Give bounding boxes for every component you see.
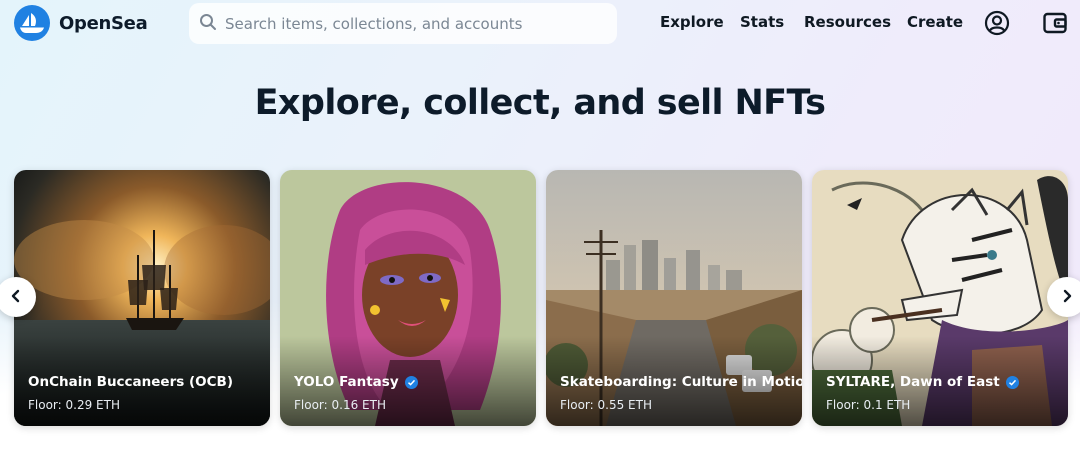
logo-text: OpenSea	[59, 12, 148, 34]
nav-explore[interactable]: Explore	[660, 13, 724, 31]
search-input[interactable]	[223, 13, 607, 34]
chevron-right-icon	[1060, 288, 1074, 307]
page-title: Explore, collect, and sell NFTs	[254, 83, 826, 123]
collection-name: YOLO Fantasy	[294, 374, 418, 390]
search-icon	[199, 13, 217, 35]
chevron-left-icon	[9, 288, 23, 307]
account-icon[interactable]	[984, 10, 1010, 36]
collection-card[interactable]: OnChain Buccaneers (OCB) Floor: 0.29 ETH	[14, 170, 270, 426]
collection-name: OnChain Buccaneers (OCB)	[28, 374, 233, 390]
nav-stats[interactable]: Stats	[740, 13, 784, 31]
collection-card[interactable]: YOLO Fantasy Floor: 0.16 ETH	[280, 170, 536, 426]
wallet-icon[interactable]	[1042, 10, 1068, 36]
collection-floor: Floor: 0.1 ETH	[826, 398, 911, 412]
collection-floor: Floor: 0.16 ETH	[294, 398, 386, 412]
verified-badge-icon	[404, 375, 418, 389]
collection-floor: Floor: 0.55 ETH	[560, 398, 652, 412]
collection-card[interactable]: Skateboarding: Culture in Motion Floor: …	[546, 170, 802, 426]
carousel-next-button[interactable]	[1047, 277, 1080, 317]
nav-resources[interactable]: Resources	[804, 13, 891, 31]
collection-name: Skateboarding: Culture in Motion	[560, 374, 802, 390]
collection-name: SYLTARE, Dawn of East	[826, 374, 1019, 390]
nav-create[interactable]: Create	[907, 13, 963, 31]
opensea-ship-icon	[14, 5, 50, 41]
collection-floor: Floor: 0.29 ETH	[28, 398, 120, 412]
search-bar[interactable]	[189, 3, 617, 44]
verified-badge-icon	[1005, 375, 1019, 389]
collection-card[interactable]: SYLTARE, Dawn of East Floor: 0.1 ETH	[812, 170, 1068, 426]
opensea-logo[interactable]: OpenSea	[14, 5, 148, 41]
